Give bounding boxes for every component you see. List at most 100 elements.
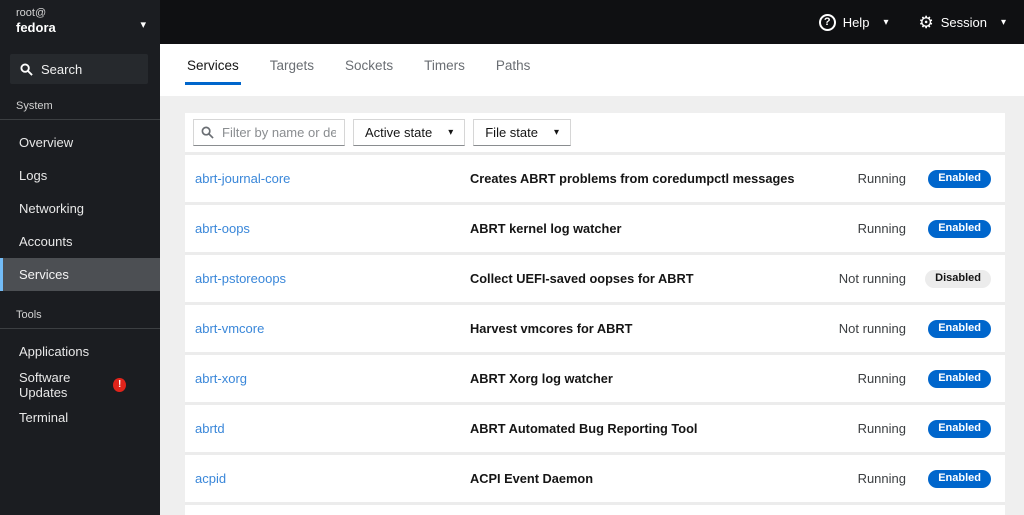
tab-sockets[interactable]: Sockets (343, 58, 395, 85)
service-file-state-badge: Enabled (928, 369, 991, 388)
service-active-state: Running (857, 221, 906, 236)
chevron-down-icon: ▾ (553, 127, 560, 138)
chevron-down-icon: ▾ (448, 127, 454, 138)
service-row[interactable]: abrt-xorg ABRT Xorg log watcher Running … (185, 355, 1005, 402)
tab-label: Sockets (345, 58, 394, 73)
service-description: ACPI Event Daemon (470, 471, 594, 486)
service-file-state-badge: Enabled (928, 169, 991, 188)
tab-label: Paths (495, 58, 531, 73)
filter-input[interactable] (193, 119, 345, 146)
sidebar-item-software-updates[interactable]: Software Updates ! (0, 368, 160, 401)
main-area: ? Help ▾ ⚙ Session ▾ Services Targets So… (160, 0, 1024, 515)
service-description: Harvest vmcores for ABRT (470, 321, 633, 336)
sidebar-search-label: Search (41, 61, 83, 77)
service-file-state-badge: Enabled (928, 469, 991, 488)
sidebar-item-terminal[interactable]: Terminal (0, 401, 160, 434)
service-file-state-badge: Enabled (928, 219, 991, 238)
sidebar-section: Tools Applications Software Updates ! Te… (0, 305, 160, 434)
sidebar-item-accounts[interactable]: Accounts (0, 225, 160, 258)
help-icon: ? (818, 13, 836, 31)
service-description: Collect UEFI-saved oopses for ABRT (470, 271, 694, 286)
sidebar-section-title: System (16, 100, 53, 112)
service-active-state: Not running (838, 271, 906, 286)
search-icon (201, 126, 214, 139)
file-state-dropdown[interactable]: File state ▾ (473, 119, 572, 146)
service-name-link[interactable]: abrt-oops (195, 221, 470, 236)
sidebar-search-input[interactable]: Search (10, 54, 148, 84)
service-description: ABRT kernel log watcher (470, 221, 622, 236)
tab-targets[interactable]: Targets (268, 58, 316, 85)
chevron-down-icon: ▾ (140, 19, 146, 31)
sidebar-item-label: Accounts (19, 234, 73, 249)
service-row[interactable]: abrt-journal-core Creates ABRT problems … (185, 155, 1005, 202)
sidebar-item-logs[interactable]: Logs (0, 159, 160, 192)
service-row[interactable]: abrtd ABRT Automated Bug Reporting Tool … (185, 405, 1005, 452)
session-menu[interactable]: ⚙ Session ▾ (918, 14, 1006, 31)
session-label: Session (940, 14, 987, 30)
search-icon (20, 62, 33, 76)
page-content: Active state ▾ File state ▾ abrt-journal… (160, 96, 1024, 515)
sidebar-item-label: Networking (19, 201, 85, 216)
sidebar: root@ fedora ▾ Search System Overview Lo… (0, 0, 160, 515)
sidebar-item-label: Terminal (19, 410, 69, 425)
service-row-partial[interactable] (185, 505, 1005, 515)
sidebar-item-label: Services (19, 267, 69, 282)
service-name-link[interactable]: abrt-xorg (195, 371, 470, 386)
tab-timers[interactable]: Timers (422, 58, 467, 85)
sidebar-nav: System Overview Logs Networking Accounts… (0, 84, 160, 434)
sidebar-section: System Overview Logs Networking Accounts… (0, 96, 160, 291)
chevron-down-icon: ▾ (883, 16, 889, 28)
tab-label: Targets (269, 58, 315, 73)
alert-badge: ! (113, 377, 126, 392)
service-name-link[interactable]: abrt-journal-core (195, 171, 470, 186)
service-active-state: Running (857, 471, 906, 486)
service-row[interactable]: abrt-pstoreoops Collect UEFI-saved oopse… (185, 255, 1005, 302)
services-table: abrt-journal-core Creates ABRT problems … (185, 155, 1005, 515)
host-switcher[interactable]: root@ fedora ▾ (0, 0, 160, 44)
active-state-dropdown[interactable]: Active state ▾ (353, 119, 466, 146)
host-name: fedora (16, 20, 56, 35)
sidebar-item-overview[interactable]: Overview (0, 126, 160, 159)
sidebar-item-label: Applications (19, 344, 90, 359)
service-file-state-badge: Disabled (925, 269, 991, 288)
service-description: ABRT Xorg log watcher (470, 371, 613, 386)
sidebar-item-networking[interactable]: Networking (0, 192, 160, 225)
chevron-down-icon: ▾ (1000, 16, 1006, 28)
service-name-link[interactable]: abrt-pstoreoops (195, 271, 470, 286)
sidebar-item-label: Overview (19, 135, 74, 150)
sidebar-item-applications[interactable]: Applications (0, 335, 160, 368)
help-menu[interactable]: ? Help ▾ (818, 13, 889, 31)
service-row[interactable]: abrt-vmcore Harvest vmcores for ABRT Not… (185, 305, 1005, 352)
filter-toolbar: Active state ▾ File state ▾ (185, 113, 1005, 152)
tab-label: Services (187, 58, 239, 73)
host-user: root@ (16, 7, 47, 19)
cockpit-app: root@ fedora ▾ Search System Overview Lo… (0, 0, 1024, 515)
tab-bar: Services Targets Sockets Timers Paths (160, 44, 1024, 96)
help-label: Help (842, 14, 870, 30)
service-active-state: Running (857, 171, 906, 186)
sidebar-item-services[interactable]: Services (0, 258, 160, 291)
tab-paths[interactable]: Paths (494, 58, 533, 85)
service-name-link[interactable]: abrtd (195, 421, 470, 436)
service-name-link[interactable]: abrt-vmcore (195, 321, 470, 336)
active-state-label: Active state (365, 125, 433, 140)
service-description: ABRT Automated Bug Reporting Tool (470, 421, 698, 436)
service-description: Creates ABRT problems from coredumpctl m… (470, 171, 795, 186)
service-file-state-badge: Enabled (928, 419, 991, 438)
service-active-state: Not running (838, 321, 906, 336)
sidebar-section-title: Tools (16, 309, 42, 321)
service-active-state: Running (857, 421, 906, 436)
gear-icon: ⚙ (918, 12, 934, 32)
services-card: Active state ▾ File state ▾ abrt-journal… (185, 113, 1005, 515)
service-row[interactable]: acpid ACPI Event Daemon Running Enabled (185, 455, 1005, 502)
service-name-link[interactable]: acpid (195, 471, 470, 486)
file-state-label: File state (485, 125, 538, 140)
service-active-state: Running (857, 371, 906, 386)
masthead: ? Help ▾ ⚙ Session ▾ (160, 0, 1024, 44)
sidebar-item-label: Logs (19, 168, 48, 183)
sidebar-item-label: Software Updates (19, 369, 71, 400)
tab-services[interactable]: Services (185, 58, 241, 85)
tab-label: Timers (424, 58, 465, 73)
service-row[interactable]: abrt-oops ABRT kernel log watcher Runnin… (185, 205, 1005, 252)
filter-field-wrap (193, 119, 345, 146)
